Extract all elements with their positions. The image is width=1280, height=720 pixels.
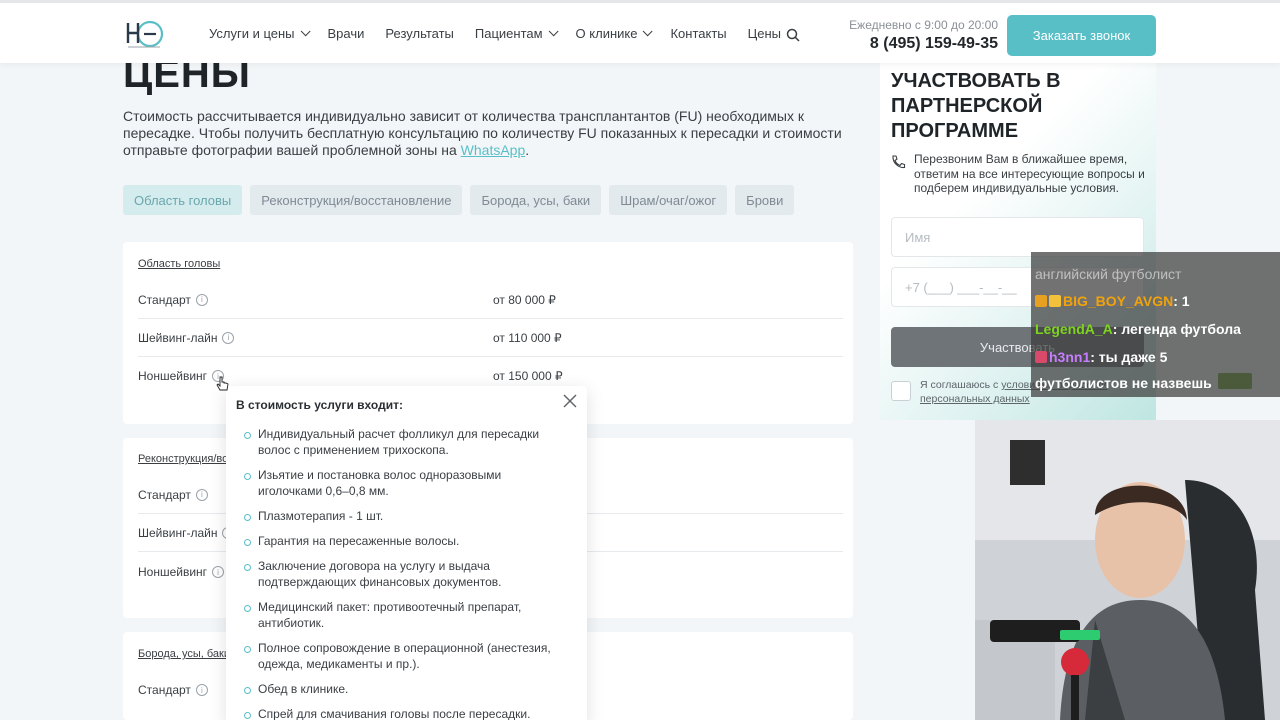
tab-head-area[interactable]: Область головы [123,185,243,215]
chat-message: h3nn1: ты даже 5 [1035,349,1167,365]
callback-text: Перезвоним Вам в ближайшее время, ответи… [914,152,1145,195]
service-includes-popover: В стоимость услуги входит: Индивидуальны… [226,386,587,720]
chat-message: LegendA_A: легенда футбола [1035,321,1241,337]
list-item: Обед в клинике. [244,681,564,697]
webcam-image [975,420,1280,720]
section-heading[interactable]: Область головы [138,258,220,270]
info-icon[interactable]: i [222,331,235,344]
list-item: Спрей для смачивания головы после переса… [244,706,564,720]
stream-chat-overlay: английский футболист BIG_BOY_AVGN: 1 Leg… [1031,252,1280,397]
tab-scar[interactable]: Шрам/очаг/ожог [609,185,728,215]
chat-message: BIG_BOY_AVGN: 1 [1035,293,1190,309]
nav-item-patients[interactable]: Пациентам [475,26,559,41]
hand-cursor-icon [216,376,229,391]
whatsapp-link[interactable]: WhatsApp [461,142,526,158]
list-item: Медицинский пакет: противоотечный препар… [244,599,564,631]
table-row: Шейвинг-лайн i от 110 000 ₽ [138,319,843,357]
search-icon[interactable] [786,28,800,42]
tab-reconstruction[interactable]: Реконструкция/восстановление [250,185,463,215]
badge-icon [1035,295,1047,307]
agree-checkbox[interactable] [891,381,911,401]
list-item: Гарантия на пересаженные волосы. [244,533,564,549]
section-heading[interactable]: Борода, усы, баки [138,648,230,660]
table-row: Стандарт i от 80 000 ₽ [138,281,843,319]
tab-beard[interactable]: Борода, усы, баки [470,185,602,215]
panel-title: УЧАСТВОВАТЬ В ПАРТНЕРСКОЙ ПРОГРАММЕ [891,70,1061,142]
info-icon[interactable]: i [212,566,225,578]
tab-eyebrows[interactable]: Брови [735,185,795,215]
phone-number[interactable]: 8 (495) 159-49-35 [830,35,998,53]
nav-item-contacts[interactable]: Контакты [670,26,726,41]
clinic-logo[interactable] [124,17,166,51]
list-item: Полное сопровождение в операционной (ане… [244,640,564,672]
chevron-down-icon [643,26,654,37]
intro-text: Стоимость рассчитывается индивидуально з… [123,108,842,158]
list-item: Индивидуальный расчет фолликул для перес… [244,426,564,458]
nav-item-about[interactable]: О клинике [576,26,654,41]
nav-item-doctors[interactable]: Врачи [328,26,365,41]
nav-item-services[interactable]: Услуги и цены [209,26,311,41]
close-icon[interactable] [563,394,577,408]
chat-message: футболистов не назвешь [1035,373,1254,391]
crown-icon [1049,295,1061,307]
section-heading[interactable]: Реконструкция/во [138,453,228,465]
chat-message: английский футболист [1035,266,1182,282]
order-call-button[interactable]: Заказать звонок [1007,15,1156,56]
personal-data-link[interactable]: персональных данных [920,393,1030,405]
price-value: от 150 000 ₽ [493,369,563,383]
includes-list: Индивидуальный расчет фолликул для перес… [244,426,564,720]
nav-item-results[interactable]: Результаты [385,26,453,41]
list-item: Изьятие и постановка волос одноразовыми … [244,467,564,499]
info-icon[interactable]: i [195,684,208,696]
main-nav: Услуги и цены Врачи Результаты Пациентам… [209,26,802,41]
emote-icon [1217,373,1252,389]
name-input[interactable]: Имя [891,217,1144,257]
info-icon[interactable]: i [195,293,208,306]
list-item: Заключение договора на услугу и выдача п… [244,558,564,590]
chevron-down-icon [300,26,311,37]
info-icon[interactable]: i [195,488,208,501]
webcam-feed [975,420,1280,720]
price-value: от 110 000 ₽ [493,330,562,345]
category-tabs: Область головы Реконструкция/восстановле… [123,185,795,215]
price-value: от 80 000 ₽ [493,292,556,307]
list-item: Плазмотерапия - 1 шт. [244,508,564,524]
phone-icon [892,155,906,169]
chevron-down-icon [548,26,559,37]
nav-item-prices[interactable]: Цены [748,26,781,41]
site-header: Услуги и цены Врачи Результаты Пациентам… [0,0,1280,63]
lips-icon [1035,351,1047,363]
working-hours: Ежедневно с 9:00 до 20:00 [849,18,998,32]
popover-title: В стоимость услуги входит: [236,398,403,412]
